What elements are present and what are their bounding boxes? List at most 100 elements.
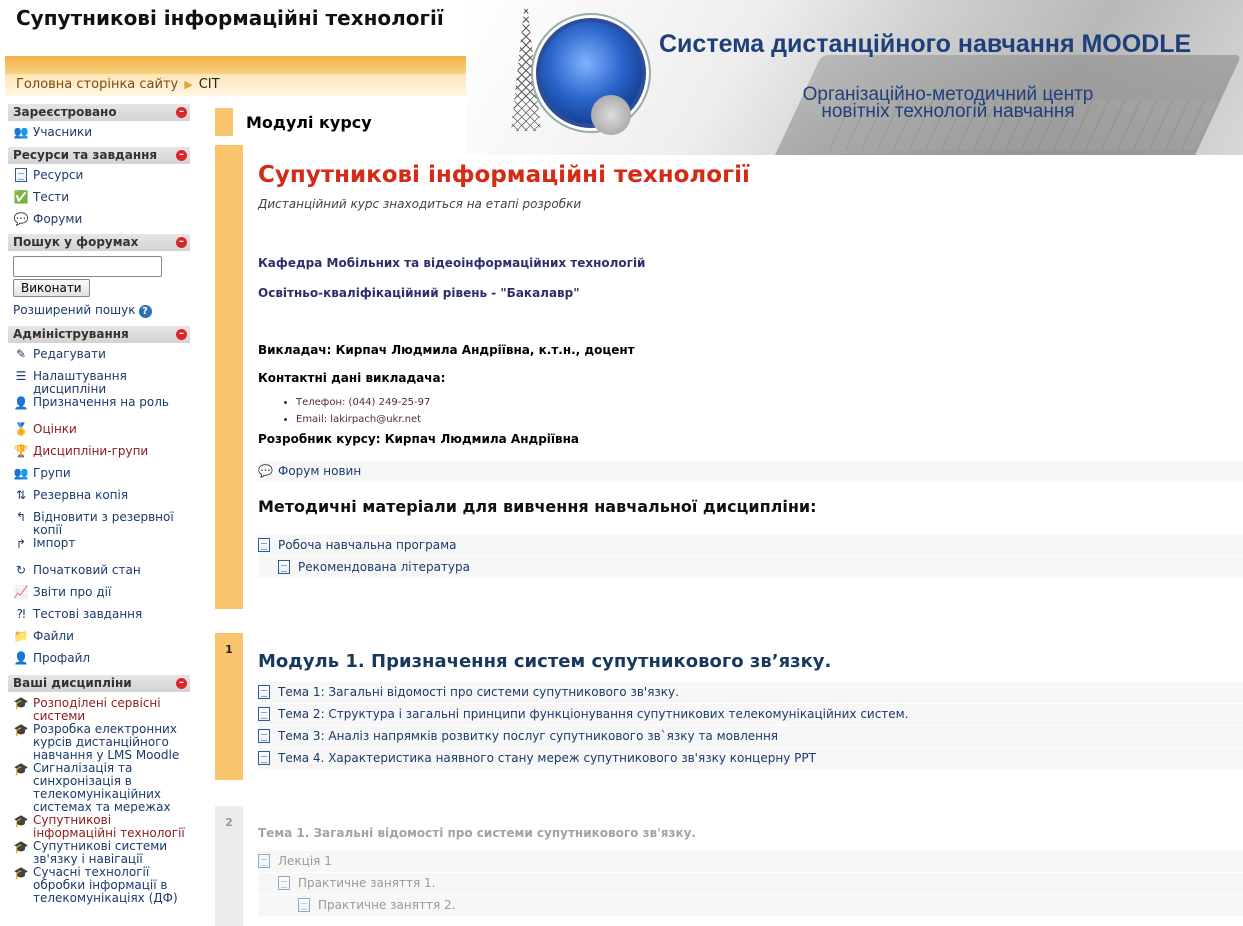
items-list: Лекція 1 Практичне заняття 1. Практичне … xyxy=(258,851,1243,916)
sidebar-item-restore[interactable]: ↰ Відновити з резервної копії xyxy=(8,506,190,537)
sidebar-item-profile[interactable]: 👤 Профайл xyxy=(8,647,190,669)
sidebar-item-import[interactable]: ↱ Імпорт xyxy=(8,537,190,559)
sidebar-item-files[interactable]: 📁 Файли xyxy=(8,625,190,647)
block-header-forum-search: Пошук у форумах – xyxy=(8,234,190,251)
quiz-icon: ✅ xyxy=(13,190,29,204)
questions-icon: ⁈ xyxy=(16,607,26,621)
sidebar-item-label: Оцінки xyxy=(33,422,77,436)
collapse-icon[interactable]: – xyxy=(176,237,187,248)
sidebar-item-participants[interactable]: 👥 Учасники xyxy=(8,121,190,143)
sidebar-item-label: Супутникові інформаційні технології xyxy=(33,813,185,840)
block-forum-search: Пошук у форумах – Виконати Розширений пош… xyxy=(8,234,190,318)
course-icon: 🎓 xyxy=(13,866,29,880)
sidebar-item-label: Розподілені сервісні системи xyxy=(33,696,161,723)
sidebar-item-label: Сучасні технології обробки інформації в … xyxy=(33,865,178,905)
topic-link[interactable]: Тема 4. Характеристика наявного стану ме… xyxy=(258,748,1243,769)
site-title[interactable]: Супутникові інформаційні технології xyxy=(16,6,444,30)
sidebar-item-settings[interactable]: ☰ Налаштування дисципліни xyxy=(8,365,190,396)
users-icon: 👥 xyxy=(13,125,29,139)
sidebar-item-reports[interactable]: 📈 Звіти про дії xyxy=(8,581,190,603)
topic-link[interactable]: Тема 2: Структура і загальні принципи фу… xyxy=(258,704,1243,725)
edit-icon: ✎ xyxy=(15,347,27,361)
lecture-link[interactable]: Лекція 1 xyxy=(258,851,1243,872)
qualification-level: Освітньо-кваліфікаційний рівень - "Бакал… xyxy=(258,286,580,300)
section-body: Супутникові інформаційні технології Дист… xyxy=(258,145,1243,578)
practice-link[interactable]: Практичне заняття 2. xyxy=(258,895,1243,916)
activity-label: Лекція 1 xyxy=(278,854,332,868)
sidebar-item-reset[interactable]: ↻ Початковий стан xyxy=(8,559,190,581)
collapse-icon[interactable]: – xyxy=(176,150,187,161)
sidebar-course-item[interactable]: 🎓 Сигналізація та синхронізація в телеком… xyxy=(8,762,190,814)
restore-icon: ↰ xyxy=(15,510,27,524)
collapse-icon[interactable]: – xyxy=(176,107,187,118)
sidebar-course-item[interactable]: 🎓 Сучасні технології обробки інформації в… xyxy=(8,866,190,905)
course-icon: 🎓 xyxy=(13,762,29,776)
contacts-heading: Контактні дані викладача: xyxy=(258,371,446,385)
page-icon xyxy=(258,707,272,722)
sidebar-item-label: Файли xyxy=(33,629,74,643)
forum-search-input[interactable] xyxy=(13,256,162,277)
block-header-registered: Зареєстровано – xyxy=(8,104,190,121)
department: Кафедра Мобільних та відеоінформаційних … xyxy=(258,256,646,270)
sidebar-item-label: Профайл xyxy=(33,651,91,665)
help-icon[interactable]: ? xyxy=(138,305,152,318)
page-icon xyxy=(258,729,272,744)
sidebar-course-item[interactable]: 🎓 Супутникові системи зв'язку і навігації xyxy=(8,840,190,866)
resource-link[interactable]: Робоча навчальна програма xyxy=(258,535,1243,556)
advanced-search-label: Розширений пошук xyxy=(13,303,136,317)
forum-news-link[interactable]: 💬 Форум новин xyxy=(258,461,1243,482)
block-title: Ресурси та завдання xyxy=(13,148,158,162)
activity-label: Тема 1: Загальні відомості про системи с… xyxy=(278,685,679,699)
activity-label: Форум новин xyxy=(278,464,362,478)
course-icon: 🎓 xyxy=(13,814,29,828)
sidebar-course-item[interactable]: 🎓 Розробка електронних курсів дистанційно… xyxy=(8,723,190,762)
practice-link[interactable]: Практичне заняття 1. xyxy=(258,873,1243,894)
sidebar-item-questions[interactable]: ⁈ Тестові завдання xyxy=(8,603,190,625)
teacher: Викладач: Кирпач Людмила Андріївна, к.т.… xyxy=(258,343,635,357)
block-header-admin: Адміністрування – xyxy=(8,326,190,343)
block-resources: Ресурси та завдання – Ресурси ✅ Тести 💬 Фор… xyxy=(8,147,190,230)
moodle-system-title: Система дистанційного навчання MOODLE xyxy=(659,30,1192,58)
sidebar-item-label: Налаштування дисципліни xyxy=(33,369,127,396)
sidebar-item-label: Учасники xyxy=(33,125,93,139)
sidebar-item-backup[interactable]: ⇅ Резервна копія xyxy=(8,484,190,506)
forum-icon: 💬 xyxy=(258,464,273,478)
sidebar-item-roles[interactable]: 👤 Призначення на роль xyxy=(8,396,190,418)
sidebar-course-item-current[interactable]: 🎓 Супутникові інформаційні технології xyxy=(8,814,190,840)
materials-list: Робоча навчальна програма Рекомендована … xyxy=(258,535,1243,578)
course-icon: 🎓 xyxy=(13,696,29,710)
sidebar-item-label: Форуми xyxy=(33,212,83,226)
breadcrumb-home-link[interactable]: Головна сторінка сайту xyxy=(16,77,178,92)
topic-link[interactable]: Тема 3: Аналіз напрямків розвитку послуг… xyxy=(258,726,1243,747)
sidebar-item-groups[interactable]: 👥 Групи xyxy=(8,462,190,484)
advanced-search-link[interactable]: Розширений пошук? xyxy=(13,303,190,318)
sidebar-item-forums[interactable]: 💬 Форуми xyxy=(8,208,190,230)
sidebar-item-resources[interactable]: Ресурси xyxy=(8,164,190,186)
course-title: Супутникові інформаційні технології xyxy=(258,162,750,188)
center-title: Організаційно-методичний центр новітніх … xyxy=(788,85,1108,121)
collapse-icon[interactable]: – xyxy=(176,329,187,340)
sidebar-item-grades[interactable]: 🏅 Оцінки xyxy=(8,418,190,440)
forum-search-button[interactable]: Виконати xyxy=(13,279,90,297)
breadcrumb-separator-icon: ▶ xyxy=(184,78,193,91)
sidebar-item-quizzes[interactable]: ✅ Тести xyxy=(8,186,190,208)
sidebar-item-meta-courses[interactable]: 🏆 Дисципліни-групи xyxy=(8,440,190,462)
course-subtitle: Дистанційний курс знаходиться на етапі р… xyxy=(258,197,582,211)
resource-link[interactable]: Рекомендована література xyxy=(258,557,1243,578)
sidebar-course-item[interactable]: 🎓 Розподілені сервісні системи xyxy=(8,692,190,723)
backup-icon: ⇅ xyxy=(15,488,27,502)
sidebar-item-label: Розробка електронних курсів дистанційног… xyxy=(33,722,180,762)
collapse-icon[interactable]: – xyxy=(176,678,187,689)
sidebar-item-edit[interactable]: ✎ Редагувати xyxy=(8,343,190,365)
sidebar-item-label: Редагувати xyxy=(33,347,106,361)
materials-heading: Методичні матеріали для вивчення навчаль… xyxy=(258,497,817,516)
sidebar-item-label: Початковий стан xyxy=(33,563,141,577)
sidebar-item-label: Призначення на роль xyxy=(33,395,169,409)
section-2: 2 Тема 1. Загальні відомості про системи… xyxy=(215,806,1243,926)
module-title: Модуль 1. Призначення систем супутниково… xyxy=(258,651,832,672)
block-title: Ваші дисципліни xyxy=(13,676,132,690)
header-accent-bar xyxy=(5,56,467,74)
topic-link[interactable]: Тема 1: Загальні відомості про системи с… xyxy=(258,682,1243,703)
course-icon: 🎓 xyxy=(13,723,29,737)
reports-icon: 📈 xyxy=(13,585,29,599)
